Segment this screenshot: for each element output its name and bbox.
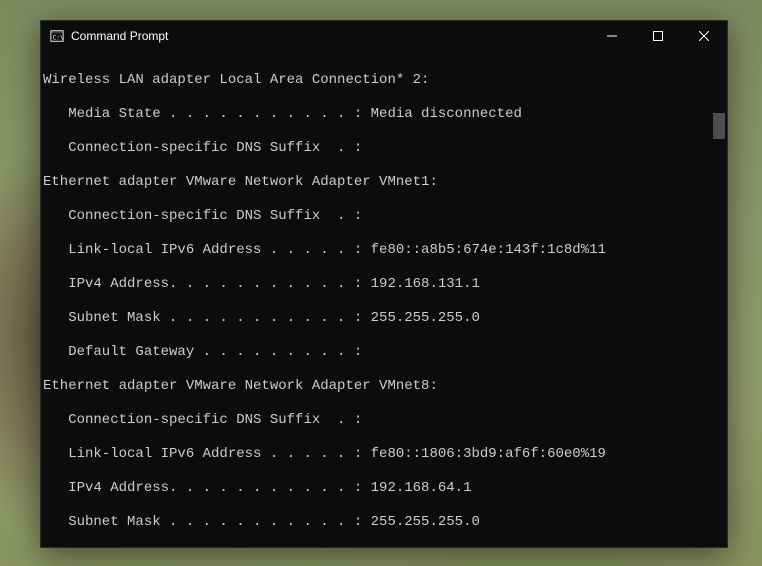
output-line: Default Gateway . . . . . . . . . :	[43, 344, 719, 361]
output-line: Connection-specific DNS Suffix . :	[43, 208, 719, 225]
scrollbar-track[interactable]	[711, 51, 727, 547]
output-line: IPv4 Address. . . . . . . . . . . : 192.…	[43, 276, 719, 293]
output-line: Connection-specific DNS Suffix . :	[43, 140, 719, 157]
window-title: Command Prompt	[71, 29, 168, 43]
minimize-button[interactable]	[589, 21, 635, 51]
cmd-icon: C:\	[49, 28, 65, 44]
output-line: Media State . . . . . . . . . . . : Medi…	[43, 106, 719, 123]
titlebar[interactable]: C:\ Command Prompt	[41, 21, 727, 51]
svg-text:C:\: C:\	[53, 35, 64, 42]
output-line: Subnet Mask . . . . . . . . . . . : 255.…	[43, 514, 719, 531]
section-header: Ethernet adapter VMware Network Adapter …	[43, 378, 719, 395]
output-line: Connection-specific DNS Suffix . :	[43, 412, 719, 429]
close-button[interactable]	[681, 21, 727, 51]
section-header: Wireless LAN adapter Local Area Connecti…	[43, 72, 719, 89]
output-line: Link-local IPv6 Address . . . . . : fe80…	[43, 446, 719, 463]
scrollbar-thumb[interactable]	[713, 113, 725, 139]
section-header: Ethernet adapter VMware Network Adapter …	[43, 174, 719, 191]
output-line: Subnet Mask . . . . . . . . . . . : 255.…	[43, 310, 719, 327]
window-controls	[589, 21, 727, 51]
maximize-button[interactable]	[635, 21, 681, 51]
command-prompt-window: C:\ Command Prompt Wireless LAN adapter …	[40, 20, 728, 548]
output-line: Link-local IPv6 Address . . . . . : fe80…	[43, 242, 719, 259]
terminal-output[interactable]: Wireless LAN adapter Local Area Connecti…	[41, 51, 727, 547]
output-line: IPv4 Address. . . . . . . . . . . : 192.…	[43, 480, 719, 497]
